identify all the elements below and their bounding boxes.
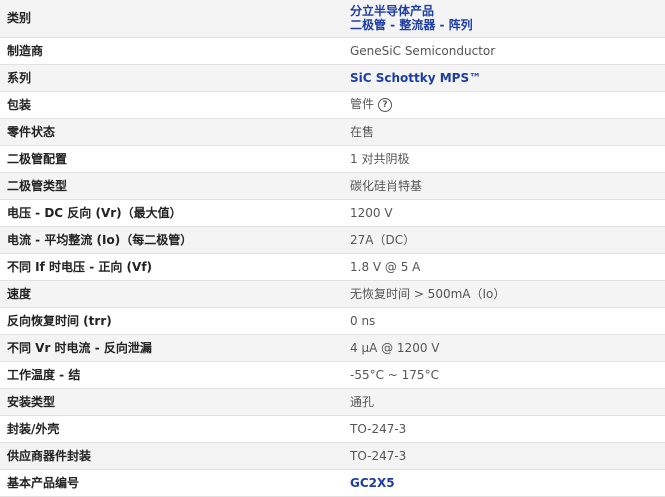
current-avg-rectified-value: 27A（DC） bbox=[343, 226, 665, 254]
category-label: 类别 bbox=[0, 0, 343, 38]
voltage-dc-reverse-label: 电压 - DC 反向 (Vr)（最大值） bbox=[0, 199, 343, 227]
table-row: 电流 - 平均整流 (Io)（每二极管） 27A（DC） bbox=[0, 226, 665, 254]
base-part-number-link[interactable]: GC2X5 bbox=[350, 476, 395, 490]
reverse-leakage-value: 4 µA @ 1200 V bbox=[343, 334, 665, 362]
reverse-leakage-label: 不同 Vr 时电流 - 反向泄漏 bbox=[0, 334, 343, 362]
current-avg-rectified-label: 电流 - 平均整流 (Io)（每二极管） bbox=[0, 226, 343, 254]
manufacturer-label: 制造商 bbox=[0, 37, 343, 65]
voltage-dc-reverse-value: 1200 V bbox=[343, 199, 665, 227]
table-row: 基本产品编号 GC2X5 bbox=[0, 469, 665, 497]
table-row: 封装/外壳 TO-247-3 bbox=[0, 415, 665, 443]
diode-config-label: 二极管配置 bbox=[0, 145, 343, 173]
supplier-package-value: TO-247-3 bbox=[343, 442, 665, 470]
forward-voltage-value: 1.8 V @ 5 A bbox=[343, 253, 665, 281]
category-link-discrete[interactable]: 分立半导体产品 bbox=[350, 4, 665, 18]
category-value: 分立半导体产品 二极管 - 整流器 - 阵列 bbox=[343, 0, 665, 38]
table-row: 安装类型 通孔 bbox=[0, 388, 665, 416]
table-row: 不同 Vr 时电流 - 反向泄漏 4 µA @ 1200 V bbox=[0, 334, 665, 362]
part-status-value: 在售 bbox=[343, 118, 665, 146]
package-case-value: TO-247-3 bbox=[343, 415, 665, 443]
operating-temp-value: -55°C ~ 175°C bbox=[343, 361, 665, 389]
mounting-type-value: 通孔 bbox=[343, 388, 665, 416]
manufacturer-value: GeneSiC Semiconductor bbox=[343, 37, 665, 65]
reverse-recovery-time-label: 反向恢复时间 (trr) bbox=[0, 307, 343, 335]
table-row: 零件状态 在售 bbox=[0, 118, 665, 146]
speed-value: 无恢复时间 > 500mA（Io） bbox=[343, 280, 665, 308]
forward-voltage-label: 不同 If 时电压 - 正向 (Vf) bbox=[0, 253, 343, 281]
diode-config-value: 1 对共阴极 bbox=[343, 145, 665, 173]
table-row: 类别 分立半导体产品 二极管 - 整流器 - 阵列 bbox=[0, 0, 665, 38]
table-row: 包装 管件? bbox=[0, 91, 665, 119]
table-row: 不同 If 时电压 - 正向 (Vf) 1.8 V @ 5 A bbox=[0, 253, 665, 281]
product-attributes-table: 类别 分立半导体产品 二极管 - 整流器 - 阵列 制造商 GeneSiC Se… bbox=[0, 0, 665, 497]
table-row: 系列 SiC Schottky MPS™ bbox=[0, 64, 665, 92]
table-row: 供应商器件封装 TO-247-3 bbox=[0, 442, 665, 470]
base-part-number-label: 基本产品编号 bbox=[0, 469, 343, 497]
question-circle-icon[interactable]: ? bbox=[378, 97, 393, 112]
packaging-value: 管件 bbox=[350, 97, 375, 112]
diode-type-value: 碳化硅肖特基 bbox=[343, 172, 665, 200]
table-row: 电压 - DC 反向 (Vr)（最大值） 1200 V bbox=[0, 199, 665, 227]
packaging-label: 包装 bbox=[0, 91, 343, 119]
mounting-type-label: 安装类型 bbox=[0, 388, 343, 416]
table-row: 工作温度 - 结 -55°C ~ 175°C bbox=[0, 361, 665, 389]
table-row: 反向恢复时间 (trr) 0 ns bbox=[0, 307, 665, 335]
category-link-diode-arrays[interactable]: 二极管 - 整流器 - 阵列 bbox=[350, 18, 665, 32]
table-row: 二极管类型 碳化硅肖特基 bbox=[0, 172, 665, 200]
speed-label: 速度 bbox=[0, 280, 343, 308]
series-label: 系列 bbox=[0, 64, 343, 92]
reverse-recovery-time-value: 0 ns bbox=[343, 307, 665, 335]
table-row: 制造商 GeneSiC Semiconductor bbox=[0, 37, 665, 65]
table-row: 二极管配置 1 对共阴极 bbox=[0, 145, 665, 173]
part-status-label: 零件状态 bbox=[0, 118, 343, 146]
series-link[interactable]: SiC Schottky MPS™ bbox=[350, 71, 481, 85]
supplier-package-label: 供应商器件封装 bbox=[0, 442, 343, 470]
operating-temp-label: 工作温度 - 结 bbox=[0, 361, 343, 389]
table-row: 速度 无恢复时间 > 500mA（Io） bbox=[0, 280, 665, 308]
package-case-label: 封装/外壳 bbox=[0, 415, 343, 443]
diode-type-label: 二极管类型 bbox=[0, 172, 343, 200]
